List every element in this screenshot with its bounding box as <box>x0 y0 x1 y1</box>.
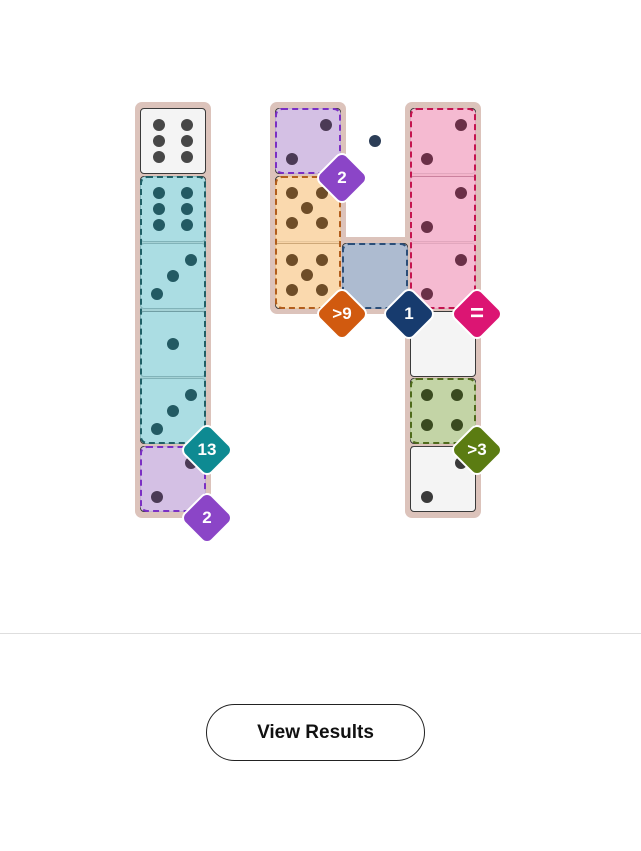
pip <box>421 288 433 300</box>
constraint-label: >9 <box>332 304 352 323</box>
pip <box>151 423 163 435</box>
pip <box>286 187 298 199</box>
domino-seam <box>141 311 205 312</box>
pip <box>369 135 381 147</box>
pip <box>455 187 467 199</box>
pip <box>153 119 165 131</box>
pip <box>316 254 328 266</box>
constraint-label: 13 <box>197 440 217 459</box>
pip <box>286 217 298 229</box>
pip <box>181 219 193 231</box>
pip <box>181 135 193 147</box>
pip <box>185 254 197 266</box>
constraint-label: 2 <box>202 508 212 527</box>
pip <box>153 187 165 199</box>
pip <box>181 187 193 199</box>
pip <box>286 153 298 165</box>
region-pink <box>410 108 476 309</box>
pip <box>421 491 433 503</box>
pip <box>167 338 179 350</box>
pip <box>153 135 165 147</box>
cell-c1-r1[interactable] <box>140 108 206 174</box>
pip <box>286 284 298 296</box>
footer-divider <box>0 633 641 634</box>
region-teal <box>140 176 206 444</box>
domino-seam <box>275 243 341 244</box>
pip <box>316 217 328 229</box>
pip <box>455 254 467 266</box>
pip <box>301 202 313 214</box>
domino-seam <box>411 176 475 177</box>
pip <box>181 151 193 163</box>
constraint-label: = <box>469 300 484 327</box>
pip <box>421 221 433 233</box>
pip <box>286 254 298 266</box>
pip <box>151 491 163 503</box>
constraint-label: 1 <box>404 304 414 323</box>
pip <box>320 119 332 131</box>
pip <box>167 270 179 282</box>
pip <box>316 284 328 296</box>
pip <box>153 219 165 231</box>
pip <box>167 405 179 417</box>
pip <box>153 203 165 215</box>
pip <box>181 203 193 215</box>
pip <box>181 119 193 131</box>
view-results-button[interactable]: View Results <box>206 704 425 761</box>
pip <box>451 419 463 431</box>
pip <box>301 269 313 281</box>
constraint-label: 2 <box>337 168 347 187</box>
pip <box>451 389 463 401</box>
pip <box>185 389 197 401</box>
constraint-label: >3 <box>467 440 487 459</box>
pip <box>153 151 165 163</box>
pip <box>455 119 467 131</box>
pip <box>421 153 433 165</box>
pip <box>151 288 163 300</box>
pip <box>421 389 433 401</box>
pip <box>421 419 433 431</box>
puzzle-board: 13 2 2 >9 1 = >3 <box>0 0 641 600</box>
